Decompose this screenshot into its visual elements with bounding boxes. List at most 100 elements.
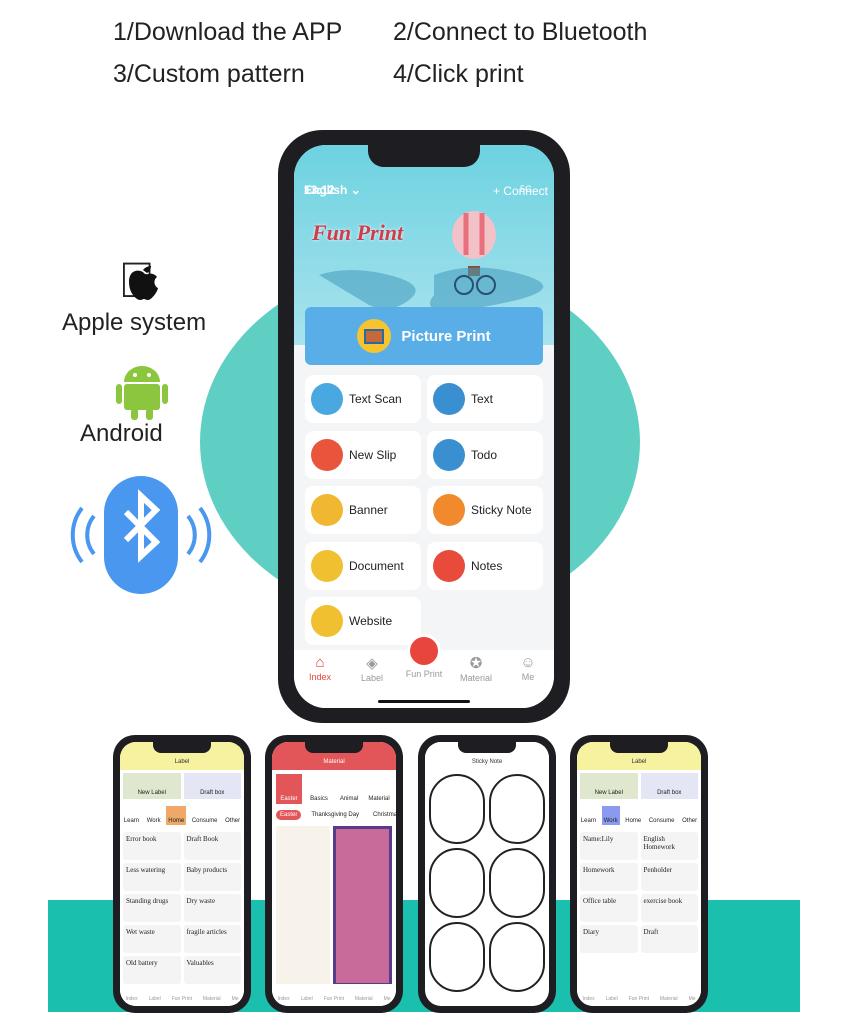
festival-tab[interactable]: Easter [276, 810, 302, 820]
tab-me[interactable]: ☺ Me [502, 650, 554, 682]
category-home[interactable]: Home [166, 806, 187, 825]
feature-new-slip[interactable]: New Slip [305, 430, 421, 479]
step-2: 2/Connect to Bluetooth [393, 18, 648, 46]
feature-label: Text Scan [349, 392, 402, 406]
banner-icon [311, 494, 343, 526]
tab-material[interactable]: ✪ Material [450, 650, 502, 683]
mini-tab-material[interactable]: Material [660, 996, 678, 1006]
label-template[interactable]: Valuables [183, 956, 241, 984]
material-category[interactable]: Animal [336, 774, 362, 804]
feature-banner[interactable]: Banner [305, 486, 421, 534]
material-category[interactable]: Basics [306, 774, 332, 804]
label-template[interactable]: Office table [580, 894, 638, 922]
feature-website[interactable]: Website [305, 597, 421, 645]
sticker-template[interactable] [489, 848, 545, 918]
sticker-template[interactable] [489, 774, 545, 844]
label-template[interactable]: exercise book [640, 894, 698, 922]
label-template[interactable]: Baby products [183, 863, 241, 891]
mini-tab-label[interactable]: Label [606, 996, 618, 1006]
feature-label: Banner [349, 503, 388, 517]
apple-icon [129, 266, 158, 300]
label-template[interactable]: Homework [580, 863, 638, 891]
category-consume[interactable]: Consume [647, 806, 677, 825]
material-category[interactable]: Material [366, 774, 392, 804]
feature-text-scan[interactable]: Text Scan [305, 375, 421, 423]
sticker-template[interactable] [429, 922, 485, 992]
feature-todo[interactable]: Todo [427, 430, 543, 479]
label-template[interactable]: Penholder [640, 863, 698, 891]
candle-sticker[interactable] [332, 826, 392, 986]
tab-label[interactable]: ◈ Label [346, 650, 398, 683]
category-work[interactable]: Work [601, 806, 620, 825]
tab-label: Index [308, 672, 332, 682]
clipboard-icon [433, 438, 465, 471]
mini-tab-me[interactable]: Me [384, 996, 391, 1006]
mini-tab-fun-print[interactable]: Fun Print [629, 996, 649, 1006]
label-template[interactable]: Draft Book [183, 832, 241, 860]
connect-button[interactable]: + Connect [493, 184, 548, 198]
label-template[interactable]: Standing drugs [123, 894, 181, 922]
new-label-button[interactable]: New Label [580, 773, 638, 799]
festival-tab[interactable]: Thanksgiving Day [307, 810, 363, 820]
step-1: 1/Download the APP [113, 18, 343, 46]
feature-label: New Slip [349, 447, 397, 462]
draft-box-button[interactable]: Draft box [183, 773, 241, 799]
mini-tab-fun-print[interactable]: Fun Print [324, 996, 344, 1006]
material-category[interactable]: Easter [276, 774, 302, 804]
material-icon: ✪ [469, 655, 483, 672]
mini-tab-bar: Index Label Fun Print Material Me [120, 984, 244, 1006]
folder-icon [311, 549, 343, 582]
label-template[interactable]: Name:Lily [580, 832, 638, 860]
label-template[interactable]: Error book [123, 832, 181, 860]
mini-tab-label[interactable]: Label [149, 996, 161, 1006]
mini-tab-fun-print[interactable]: Fun Print [172, 996, 192, 1006]
label-template[interactable]: Dry waste [183, 894, 241, 922]
mini-tab-index[interactable]: Index [277, 996, 289, 1006]
sticker-template[interactable] [489, 922, 545, 992]
category-learn[interactable]: Learn [579, 806, 598, 825]
feature-document[interactable]: Document [305, 541, 421, 590]
sticker-template[interactable] [429, 848, 485, 918]
home-icon: ⌂ [315, 654, 325, 671]
mini-tab-material[interactable]: Material [355, 996, 373, 1006]
draft-box-button[interactable]: Draft box [640, 773, 698, 799]
mini-tab-index[interactable]: Index [125, 996, 137, 1006]
mini-tab-label[interactable]: Label [301, 996, 313, 1006]
label-icon: ◈ [366, 655, 378, 672]
mini-tab-material[interactable]: Material [203, 996, 221, 1006]
preview-phone-3: Sticky Note [418, 735, 556, 1013]
feature-sticky-note[interactable]: Sticky Note [427, 486, 543, 534]
category-home[interactable]: Home [623, 806, 643, 825]
festival-tab[interactable]: Christmas [369, 810, 396, 820]
feature-label: Notes [471, 558, 503, 573]
preview-phone-4: Label New Label Draft box Learn Work Home Cons… [570, 735, 708, 1013]
label-template[interactable]: Wet waste [123, 925, 181, 953]
label-template[interactable]: fragile articles [183, 925, 241, 953]
label-template[interactable]: Old battery [123, 956, 181, 984]
category-work[interactable]: Work [145, 806, 163, 825]
label-template[interactable]: Less watering [123, 863, 181, 891]
feature-notes[interactable]: Notes [427, 541, 543, 590]
website-icon [311, 605, 343, 637]
label-template[interactable]: Draft [640, 925, 698, 953]
category-other[interactable]: Other [223, 806, 242, 825]
mini-tab-me[interactable]: Me [689, 996, 696, 1006]
tab-fun-print[interactable]: Fun Print [398, 634, 450, 679]
feature-label: Sticky Note [471, 503, 532, 517]
category-other[interactable]: Other [680, 806, 699, 825]
label-template[interactable]: Diary [580, 925, 638, 953]
category-consume[interactable]: Consume [190, 806, 220, 825]
label-template[interactable]: English Homework [640, 832, 698, 860]
mini-tab-bar: Index Label Fun Print Material Me [577, 984, 701, 1006]
mini-tab-me[interactable]: Me [232, 996, 239, 1006]
language-selector[interactable]: English ⌄ [304, 183, 361, 197]
mini-tab-bar: Index Label Fun Print Material Me [272, 984, 396, 1006]
sticker-template[interactable] [429, 774, 485, 844]
bunny-sticker[interactable] [276, 826, 330, 986]
new-label-button[interactable]: New Label [123, 773, 181, 799]
picture-print-button[interactable]: Picture Print [305, 307, 543, 365]
mini-tab-index[interactable]: Index [582, 996, 594, 1006]
feature-text[interactable]: Text [427, 375, 543, 423]
tab-index[interactable]: ⌂ Index [294, 650, 346, 682]
category-learn[interactable]: Learn [122, 806, 141, 825]
